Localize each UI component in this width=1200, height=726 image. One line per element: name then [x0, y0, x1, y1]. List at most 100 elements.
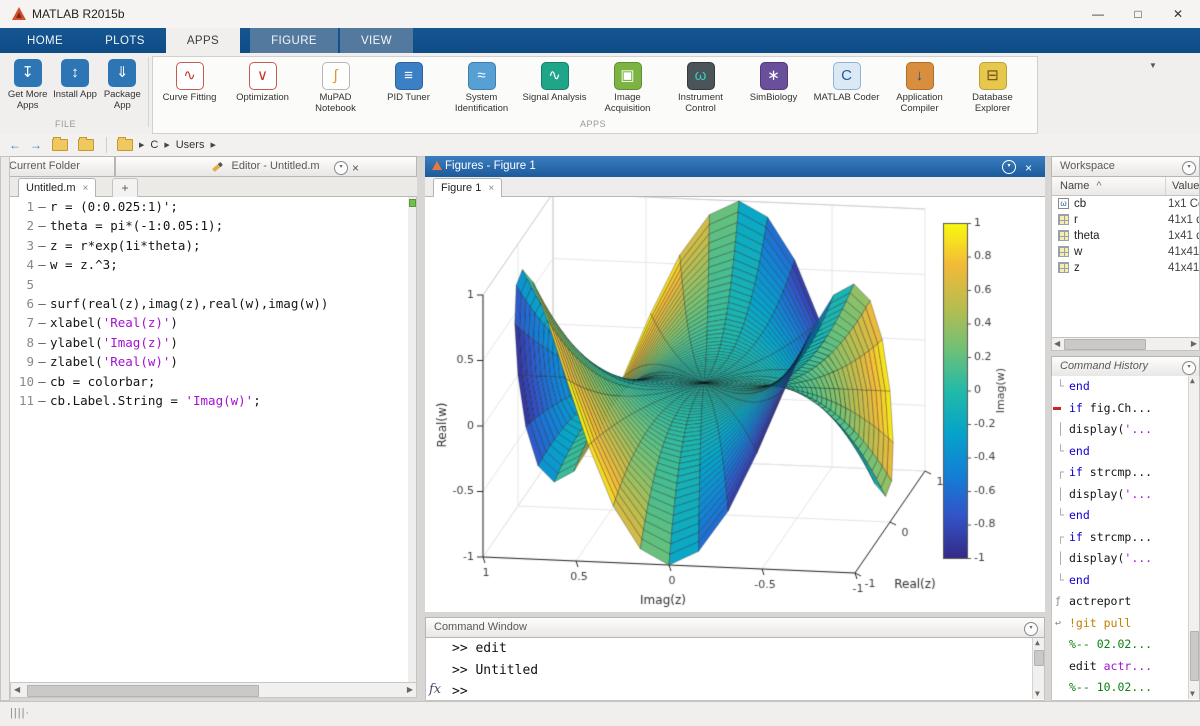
history-item-0[interactable]: └end: [1052, 376, 1199, 398]
figures-pane-menu-icon[interactable]: ▾: [1002, 160, 1016, 174]
minimize-button[interactable]: —: [1078, 0, 1118, 28]
workspace-row-theta[interactable]: theta1x41 do...: [1052, 228, 1199, 244]
editor-new-tab-button[interactable]: +: [112, 178, 138, 198]
figures-close-icon[interactable]: ×: [1025, 158, 1032, 179]
editor-line-6[interactable]: 6–surf(real(z),imag(z),real(w),imag(w)): [10, 294, 408, 313]
workspace-header[interactable]: Workspace ▾: [1051, 156, 1200, 177]
editor-line-5[interactable]: 5: [10, 275, 408, 294]
pid-tuner-app-button[interactable]: ≡PID Tuner: [372, 61, 445, 104]
workspace-column-header[interactable]: Name ^ Value: [1051, 177, 1200, 196]
signal-analysis-app-button[interactable]: ∿Signal Analysis: [518, 61, 591, 104]
command-prompt[interactable]: >>: [426, 681, 1044, 703]
gallery-expand-button[interactable]: ▼: [1142, 58, 1164, 74]
workspace-row-r[interactable]: r41x1 do...: [1052, 212, 1199, 228]
editor-line-10[interactable]: 10–cb = colorbar;: [10, 372, 408, 391]
history-item-6[interactable]: └end: [1052, 505, 1199, 527]
get-more-apps-button[interactable]: ↧Get More Apps: [5, 57, 51, 111]
back-arrow-icon[interactable]: ←: [9, 138, 21, 152]
history-item-4[interactable]: ┌if strcmp...: [1052, 462, 1199, 484]
editor-line-9[interactable]: 9–zlabel('Real(w)'): [10, 352, 408, 371]
system-identification-app-button[interactable]: ≈System Identification: [445, 61, 518, 114]
get-more-apps-icon: ↧: [14, 59, 42, 87]
tab-view[interactable]: VIEW: [340, 28, 413, 53]
editor-pane-menu-icon[interactable]: ▾: [334, 161, 348, 175]
history-item-2[interactable]: │display('...: [1052, 419, 1199, 441]
current-folder-collapsed-panel[interactable]: [0, 156, 10, 701]
simbiology-app-button[interactable]: ∗SimBiology: [737, 61, 810, 104]
command-window-body[interactable]: fx >> edit>> Untitled>> ▲ ▼: [425, 638, 1045, 701]
editor-line-8[interactable]: 8–ylabel('Imag(z)'): [10, 333, 408, 352]
history-item-8[interactable]: │display('...: [1052, 548, 1199, 570]
window-titlebar[interactable]: MATLAB R2015b — □ ✕: [0, 0, 1200, 29]
breadcrumb-item-users[interactable]: Users: [176, 139, 205, 151]
editor-horizontal-scrollbar[interactable]: ◀ ▶: [10, 682, 417, 698]
history-item-14[interactable]: %-- 10.02...: [1052, 677, 1199, 699]
breadcrumb[interactable]: ▶C▶Users▶: [133, 139, 222, 151]
forward-arrow-icon[interactable]: →: [30, 138, 42, 152]
status-grip[interactable]: ||||·: [10, 707, 30, 719]
close-button[interactable]: ✕: [1158, 0, 1198, 28]
editor-line-4[interactable]: 4–w = z.^3;: [10, 255, 408, 274]
tab-home[interactable]: HOME: [6, 28, 84, 53]
workspace-horizontal-scrollbar[interactable]: ◀ ▶: [1052, 338, 1199, 350]
database-explorer-app-button[interactable]: ⊟Database Explorer: [956, 61, 1029, 114]
command-history-header[interactable]: Command History ▾: [1051, 356, 1200, 377]
command-history-scrollbar[interactable]: ▲ ▼: [1188, 376, 1199, 699]
breadcrumb-item-c[interactable]: C: [150, 139, 158, 151]
package-app-button[interactable]: ⇓Package App: [99, 57, 145, 111]
matlab-coder-app-button[interactable]: CMATLAB Coder: [810, 61, 883, 104]
optimization-app-button[interactable]: ∨Optimization: [226, 61, 299, 104]
workspace-col-value[interactable]: Value: [1172, 177, 1199, 195]
maximize-button[interactable]: □: [1118, 0, 1158, 28]
image-acquisition-app-button[interactable]: ▣Image Acquisition: [591, 61, 664, 114]
workspace-row-cb[interactable]: ωcb1x1 Co...: [1052, 196, 1199, 212]
tab-figure[interactable]: FIGURE: [250, 28, 338, 53]
editor-tab-untitled[interactable]: Untitled.m×: [18, 178, 96, 198]
command-window-scrollbar[interactable]: ▲ ▼: [1032, 638, 1044, 699]
application-compiler-app-button[interactable]: ↓Application Compiler: [883, 61, 956, 114]
instrument-control-app-button[interactable]: ωInstrument Control: [664, 61, 737, 114]
figure-canvas[interactable]: [425, 197, 1045, 612]
history-item-9[interactable]: └end: [1052, 570, 1199, 592]
mupad-notebook-app-button[interactable]: ∫MuPAD Notebook: [299, 61, 372, 114]
figure-tab[interactable]: Figure 1×: [433, 178, 502, 198]
history-item-12[interactable]: %-- 02.02...: [1052, 634, 1199, 656]
editor-line-2[interactable]: 2–theta = pi*(-1:0.05:1);: [10, 216, 408, 235]
editor-code-area[interactable]: 1–r = (0:0.025:1)';2–theta = pi*(-1:0.05…: [10, 197, 408, 682]
editor-header[interactable]: Editor - Untitled.m ▾ ×: [115, 156, 417, 177]
tab-plots[interactable]: PLOTS: [84, 28, 166, 53]
editor-line-7[interactable]: 7–xlabel('Real(z)'): [10, 313, 408, 332]
history-item-3[interactable]: └end: [1052, 441, 1199, 463]
command-window-header[interactable]: Command Window ▾: [425, 617, 1045, 638]
tab-apps[interactable]: APPS: [166, 28, 240, 53]
browse-folder-icon[interactable]: [52, 139, 68, 151]
history-item-7[interactable]: ┌if strcmp...: [1052, 527, 1199, 549]
editor-line-1[interactable]: 1–r = (0:0.025:1)';: [10, 197, 408, 216]
editor-close-icon[interactable]: ×: [352, 159, 359, 178]
workspace-col-name[interactable]: Name: [1060, 180, 1089, 192]
history-item-11[interactable]: ↩!git pull: [1052, 613, 1199, 635]
figures-header[interactable]: Figures - Figure 1 ▾ ×: [425, 156, 1045, 177]
history-item-10[interactable]: ƒactreport: [1052, 591, 1199, 613]
install-app-button[interactable]: ↕Install App: [52, 57, 98, 111]
command-history-pane-menu-icon[interactable]: ▾: [1182, 361, 1196, 375]
history-item-13[interactable]: edit actr...: [1052, 656, 1199, 678]
code-text: z = r*exp(1i*theta);: [50, 238, 201, 253]
mlint-indicator[interactable]: [409, 199, 416, 207]
editor-line-3[interactable]: 3–z = r*exp(1i*theta);: [10, 236, 408, 255]
editor-line-11[interactable]: 11–cb.Label.String = 'Imag(w)';: [10, 391, 408, 410]
history-item-1[interactable]: if fig.Ch...: [1052, 398, 1199, 420]
figure-tab-close-icon[interactable]: ×: [488, 183, 494, 194]
workspace-row-z[interactable]: z41x41 d...: [1052, 260, 1199, 276]
up-folder-icon[interactable]: [78, 139, 94, 151]
breadcrumb-separator-icon: ▶: [164, 141, 169, 149]
tab-close-icon[interactable]: ×: [83, 183, 89, 194]
workspace-pane-menu-icon[interactable]: ▾: [1182, 161, 1196, 175]
current-folder-header[interactable]: Current Folder: [0, 156, 115, 177]
command-window-pane-menu-icon[interactable]: ▾: [1024, 622, 1038, 636]
curve-fitting-app-button[interactable]: ∿Curve Fitting: [153, 61, 226, 104]
column-divider[interactable]: [1165, 177, 1166, 195]
history-item-5[interactable]: │display('...: [1052, 484, 1199, 506]
workspace-row-w[interactable]: w41x41 d...: [1052, 244, 1199, 260]
matrix-variable-icon: [1058, 246, 1069, 257]
